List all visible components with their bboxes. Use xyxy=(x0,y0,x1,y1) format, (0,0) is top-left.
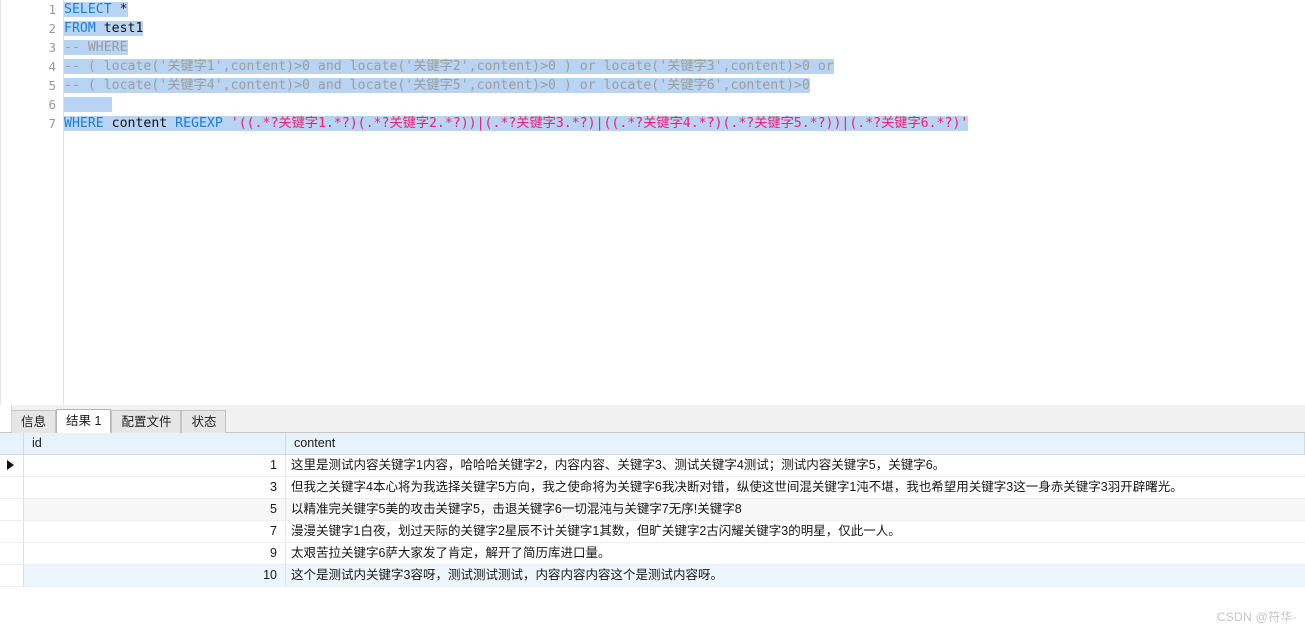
code-line[interactable]: -- ( locate('关键字1',content)>0 and locate… xyxy=(64,57,1305,76)
sql-comment: -- ( locate('关键字4',content)>0 and locate… xyxy=(64,78,810,93)
line-number: 7 xyxy=(48,116,56,131)
cell-id[interactable]: 7 xyxy=(24,521,286,543)
table-row[interactable]: 9 太艰苦拉关键字6萨大家发了肯定，解开了简历库进口量。 xyxy=(0,543,1305,565)
results-tab[interactable]: 配置文件 xyxy=(111,410,182,433)
results-tab-strip[interactable]: 信息 结果 1 配置文件 状态 xyxy=(0,405,1305,433)
line-number: 1 xyxy=(48,2,56,17)
row-header[interactable] xyxy=(0,565,24,587)
code-line[interactable]: WHERE content REGEXP '((.*?关键字1.*?)(.*?关… xyxy=(64,114,1305,133)
grid-header-row: id content xyxy=(0,433,1305,455)
sql-keyword: FROM xyxy=(64,21,96,36)
line-number: 5 xyxy=(48,78,56,93)
sql-comment: -- ( locate('关键字1',content)>0 and locate… xyxy=(64,59,834,74)
editor-left-margin xyxy=(1,0,27,405)
column-header-id[interactable]: id xyxy=(24,433,286,455)
row-header[interactable] xyxy=(0,455,24,477)
results-tab[interactable]: 信息 xyxy=(11,410,57,433)
cell-id[interactable]: 10 xyxy=(24,565,286,587)
column-header-content[interactable]: content xyxy=(286,433,1305,455)
sql-string-literal: '((.*?关键字1.*?)(.*?关键字2.*?))|(.*?关键字3.*?)… xyxy=(222,116,969,131)
sql-column: content xyxy=(103,116,176,131)
code-line[interactable]: FROM test1 xyxy=(64,19,1305,38)
watermark-label: CSDN @符华- xyxy=(1216,610,1297,624)
code-line[interactable] xyxy=(64,95,1305,114)
sql-client-window: 1234567 SELECT * FROM test1 -- WHERE -- ( l… xyxy=(0,0,1305,632)
sql-comment: -- WHERE xyxy=(64,40,128,55)
result-grid[interactable]: id content 1 这里是测试内容关键字1内容，哈哈哈关键字2，内容内容、关… xyxy=(0,433,1305,587)
cell-content[interactable]: 这个是测试内关键字3容呀，测试测试测试，内容内容内容这个是测试内容呀。 xyxy=(286,565,1305,587)
cell-id[interactable]: 1 xyxy=(24,455,286,477)
cell-content[interactable]: 但我之关键字4本心将为我选择关键字5方向，我之使命将为关键字6我决断对错，纵使这… xyxy=(286,477,1305,499)
cell-id[interactable]: 5 xyxy=(24,499,286,521)
table-row[interactable]: 7 漫漫关键字1白夜，划过天际的关键字2星辰不计关键字1其数，但旷关键字2古闪耀关… xyxy=(0,521,1305,543)
row-header[interactable] xyxy=(0,499,24,521)
line-number: 3 xyxy=(48,40,56,55)
results-tab[interactable]: 结果 1 xyxy=(56,409,112,433)
cell-content[interactable]: 以精准完关键字5美的攻击关键字5，击退关键字6一切混沌与关键字7无序!关键字8 xyxy=(286,499,1305,521)
line-number: 2 xyxy=(48,21,56,36)
results-tab[interactable]: 状态 xyxy=(181,410,227,433)
grid-header-corner xyxy=(0,433,24,455)
row-header[interactable] xyxy=(0,477,24,499)
table-row[interactable]: 1 这里是测试内容关键字1内容，哈哈哈关键字2，内容内容、关键字3、测试关键字4测… xyxy=(0,455,1305,477)
table-row[interactable]: 5 以精准完关键字5美的攻击关键字5，击退关键字6一切混沌与关键字7无序!关键字8 xyxy=(0,499,1305,521)
cell-content[interactable]: 漫漫关键字1白夜，划过天际的关键字2星辰不计关键字1其数，但旷关键字2古闪耀关键… xyxy=(286,521,1305,543)
code-line[interactable]: -- WHERE xyxy=(64,38,1305,57)
code-line[interactable]: SELECT * xyxy=(64,0,1305,19)
cell-id[interactable]: 3 xyxy=(24,477,286,499)
table-row[interactable]: 10 这个是测试内关键字3容呀，测试测试测试，内容内容内容这个是测试内容呀。 xyxy=(0,565,1305,587)
results-panel: 信息 结果 1 配置文件 状态 id content 1 这里是测试内容关键字1内容，哈… xyxy=(0,405,1305,632)
sql-operator: REGEXP xyxy=(175,116,223,131)
sql-keyword: WHERE xyxy=(64,116,104,131)
sql-text: * xyxy=(111,2,128,17)
code-line[interactable]: -- ( locate('关键字4',content)>0 and locate… xyxy=(64,76,1305,95)
sql-editor[interactable]: 1234567 SELECT * FROM test1 -- WHERE -- ( l… xyxy=(0,0,1305,405)
current-row-arrow-icon xyxy=(7,460,14,470)
cell-content[interactable]: 太艰苦拉关键字6萨大家发了肯定，解开了简历库进口量。 xyxy=(286,543,1305,565)
cell-content[interactable]: 这里是测试内容关键字1内容，哈哈哈关键字2，内容内容、关键字3、测试关键字4测试… xyxy=(286,455,1305,477)
table-row[interactable]: 3 但我之关键字4本心将为我选择关键字5方向，我之使命将为关键字6我决断对错，纵使… xyxy=(0,477,1305,499)
cell-id[interactable]: 9 xyxy=(24,543,286,565)
sql-keyword: SELECT xyxy=(64,2,112,17)
line-number: 6 xyxy=(48,97,56,112)
editor-code-area[interactable]: SELECT * FROM test1 -- WHERE -- ( locate('关… xyxy=(64,0,1305,405)
blank-line xyxy=(64,97,112,112)
row-header[interactable] xyxy=(0,543,24,565)
editor-line-number-gutter: 1 2 3 4 5 6 7 xyxy=(26,0,64,405)
sql-text: test1 xyxy=(95,21,144,36)
line-number: 4 xyxy=(48,59,56,74)
row-header[interactable] xyxy=(0,521,24,543)
